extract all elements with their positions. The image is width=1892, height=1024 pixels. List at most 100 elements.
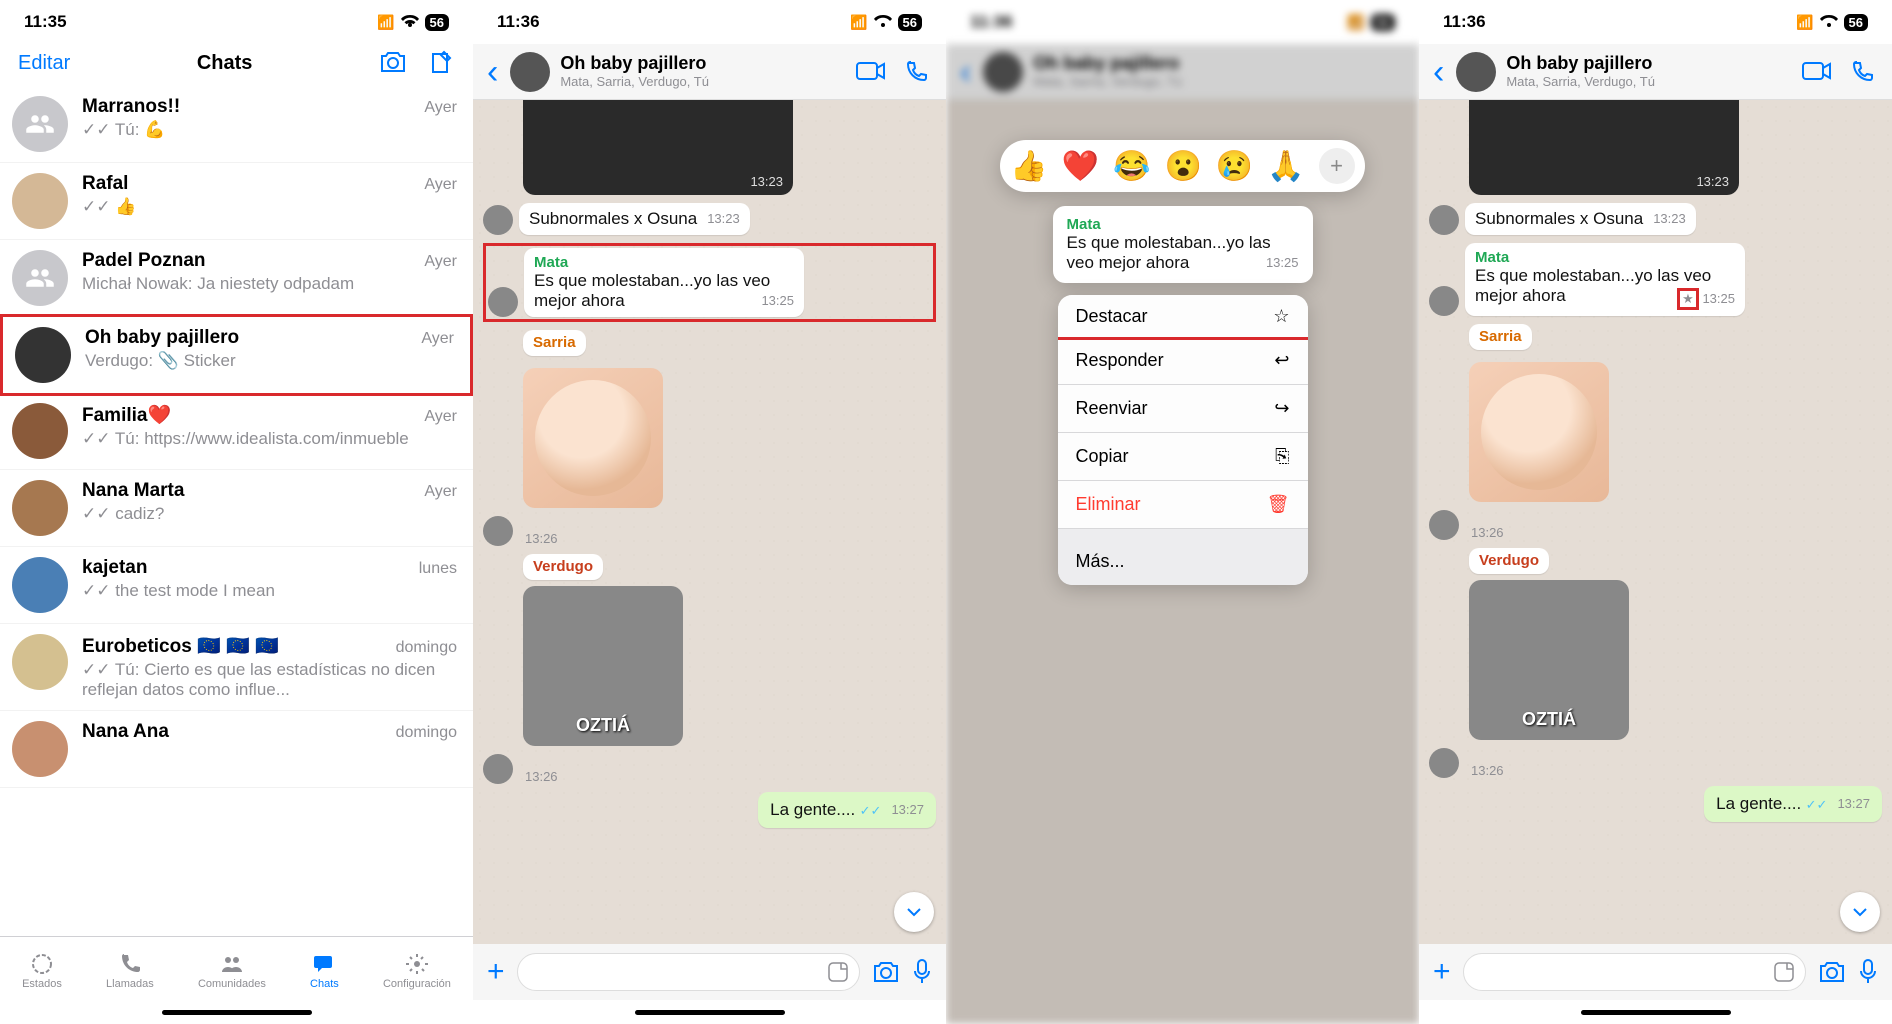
- message-sender: Sarria: [1479, 328, 1522, 345]
- message-row[interactable]: Verdugo OZTIÁ: [523, 554, 936, 746]
- call-icon[interactable]: [904, 60, 928, 84]
- message-time: 13:25: [1266, 255, 1299, 270]
- chat-item[interactable]: RafalAyer ✓✓ 👍: [0, 163, 473, 240]
- message-row[interactable]: Subnormales x Osuna13:23: [1429, 203, 1882, 235]
- wifi-icon: [874, 15, 892, 29]
- context-overlay: 👍 ❤️ 😂 😮 😢 🙏 + Mata Es que molestaban...…: [946, 0, 1419, 1024]
- message-row[interactable]: Sarria: [523, 330, 936, 508]
- reaction-thumbs-up[interactable]: 👍: [1010, 149, 1047, 184]
- message-row: 13:26: [483, 516, 936, 546]
- message-input[interactable]: [517, 953, 860, 991]
- message-row-starred[interactable]: MataEs que molestaban...yo las veo mejor…: [1429, 243, 1882, 316]
- menu-copiar[interactable]: Copiar⎘: [1058, 433, 1308, 481]
- menu-destacar[interactable]: Destacar☆: [1058, 295, 1308, 340]
- message-list[interactable]: 13:23 Subnormales x Osuna13:23 MataEs qu…: [1419, 100, 1892, 944]
- selected-message: Mata Es que molestaban...yo las veo mejo…: [1053, 206, 1313, 283]
- reaction-wow[interactable]: 😮: [1165, 149, 1202, 184]
- chat-title-group[interactable]: Oh baby pajilleroMata, Sarria, Verdugo, …: [1456, 52, 1796, 92]
- tab-estados[interactable]: Estados: [22, 952, 62, 990]
- media-message[interactable]: 13:23: [1469, 100, 1739, 195]
- forward-icon: ↪: [1274, 398, 1289, 419]
- screen-context-menu: 11:36📶56 ‹Oh baby pajilleroMata, Sarria,…: [946, 0, 1419, 1024]
- chat-item[interactable]: Familia❤️Ayer ✓✓ Tú: https://www.idealis…: [0, 393, 473, 470]
- chat-item[interactable]: Nana MartaAyer ✓✓ cadiz?: [0, 470, 473, 547]
- menu-eliminar[interactable]: Eliminar🗑: [1058, 481, 1308, 529]
- media-message[interactable]: 13:23: [523, 100, 793, 195]
- attach-button[interactable]: +: [487, 955, 505, 989]
- scroll-down-button[interactable]: [1840, 892, 1880, 932]
- video-call-icon[interactable]: [1802, 60, 1832, 84]
- message-list[interactable]: 13:23 Subnormales x Osuna13:23 MataEs qu…: [473, 100, 946, 944]
- reaction-more[interactable]: +: [1319, 148, 1355, 184]
- reaction-laugh[interactable]: 😂: [1113, 149, 1150, 184]
- sticker-image[interactable]: OZTIÁ: [1469, 580, 1629, 740]
- home-indicator: [473, 1000, 946, 1024]
- sticker-icon[interactable]: [827, 961, 849, 983]
- tab-llamadas[interactable]: Llamadas: [106, 952, 154, 990]
- chat-item[interactable]: Nana Anadomingo: [0, 711, 473, 788]
- reaction-pray[interactable]: 🙏: [1267, 149, 1304, 184]
- menu-reenviar[interactable]: Reenviar↪: [1058, 385, 1308, 433]
- message-text: La gente....: [1716, 794, 1801, 813]
- outgoing-message[interactable]: La gente.... 13:27 ✓✓: [1429, 786, 1882, 822]
- chat-name: Familia❤️: [82, 403, 171, 427]
- back-button[interactable]: ‹: [481, 55, 504, 89]
- page-title: Chats: [197, 52, 253, 75]
- message-text: Es que molestaban...yo las veo mejor aho…: [534, 271, 770, 310]
- chat-title-group[interactable]: Oh baby pajilleroMata, Sarria, Verdugo, …: [510, 52, 850, 92]
- mic-icon[interactable]: [912, 958, 932, 986]
- reaction-heart[interactable]: ❤️: [1062, 149, 1099, 184]
- sticker-image[interactable]: [1469, 362, 1609, 502]
- avatar: [1429, 205, 1459, 235]
- chat-item[interactable]: Eurobeticos 🇪🇺 🇪🇺 🇪🇺domingo ✓✓ Tú: Ciert…: [0, 624, 473, 711]
- chat-name: Rafal: [82, 173, 128, 195]
- camera-icon[interactable]: [872, 960, 900, 984]
- message-time: 13:27: [1837, 796, 1870, 811]
- edit-button[interactable]: Editar: [18, 52, 70, 75]
- chat-item[interactable]: Padel PoznanAyer Michał Nowak: Ja nieste…: [0, 240, 473, 317]
- message-row[interactable]: Verdugo OZTIÁ: [1469, 548, 1882, 740]
- chat-preview: ✓✓ the test mode I mean: [82, 581, 457, 601]
- compose-icon[interactable]: [429, 50, 455, 76]
- status-bar: 11:35 📶 56: [0, 0, 473, 44]
- home-indicator: [1419, 1000, 1892, 1024]
- chat-item[interactable]: kajetanlunes ✓✓ the test mode I mean: [0, 547, 473, 624]
- message-row[interactable]: Sarria: [1469, 324, 1882, 502]
- sticker-image[interactable]: [523, 368, 663, 508]
- chat-item-highlighted[interactable]: Oh baby pajilleroAyer Verdugo: 📎 Sticker: [0, 314, 473, 396]
- call-icon[interactable]: [1850, 60, 1874, 84]
- chat-preview: ✓✓ 👍: [82, 197, 457, 217]
- sticker-image[interactable]: OZTIÁ: [523, 586, 683, 746]
- message-row[interactable]: Subnormales x Osuna13:23: [483, 203, 936, 235]
- chat-time: Ayer: [424, 99, 457, 117]
- message-input[interactable]: [1463, 953, 1806, 991]
- camera-icon[interactable]: [1818, 960, 1846, 984]
- chat-name: Marranos!!: [82, 96, 180, 118]
- chat-item[interactable]: Marranos!!Ayer ✓✓ Tú: 💪: [0, 86, 473, 163]
- message-time: 13:26: [1471, 763, 1504, 778]
- avatar: [12, 721, 68, 777]
- mic-icon[interactable]: [1858, 958, 1878, 986]
- tab-chats[interactable]: Chats: [310, 952, 339, 990]
- message-row-highlighted[interactable]: MataEs que molestaban...yo las veo mejor…: [483, 243, 936, 322]
- video-call-icon[interactable]: [856, 60, 886, 84]
- menu-responder[interactable]: Responder↩: [1058, 337, 1308, 385]
- tab-config[interactable]: Configuración: [383, 952, 451, 990]
- back-button[interactable]: ‹: [1427, 55, 1450, 89]
- camera-icon[interactable]: [379, 50, 407, 76]
- chat-preview: Michał Nowak: Ja niestety odpadam: [82, 274, 457, 294]
- battery-icon: 56: [898, 14, 922, 31]
- outgoing-message[interactable]: La gente.... 13:27 ✓✓: [483, 792, 936, 828]
- message-sender: Verdugo: [533, 558, 593, 575]
- avatar: [12, 250, 68, 306]
- wifi-icon: [1820, 15, 1838, 29]
- attach-button[interactable]: +: [1433, 955, 1451, 989]
- status-time: 11:36: [1443, 12, 1486, 32]
- status-indicators: 📶56: [1796, 14, 1868, 31]
- menu-mas[interactable]: Más...: [1058, 537, 1308, 585]
- scroll-down-button[interactable]: [894, 892, 934, 932]
- reaction-sad[interactable]: 😢: [1216, 149, 1253, 184]
- tab-comunidades[interactable]: Comunidades: [198, 952, 266, 990]
- status-time: 11:36: [497, 12, 540, 32]
- sticker-icon[interactable]: [1773, 961, 1795, 983]
